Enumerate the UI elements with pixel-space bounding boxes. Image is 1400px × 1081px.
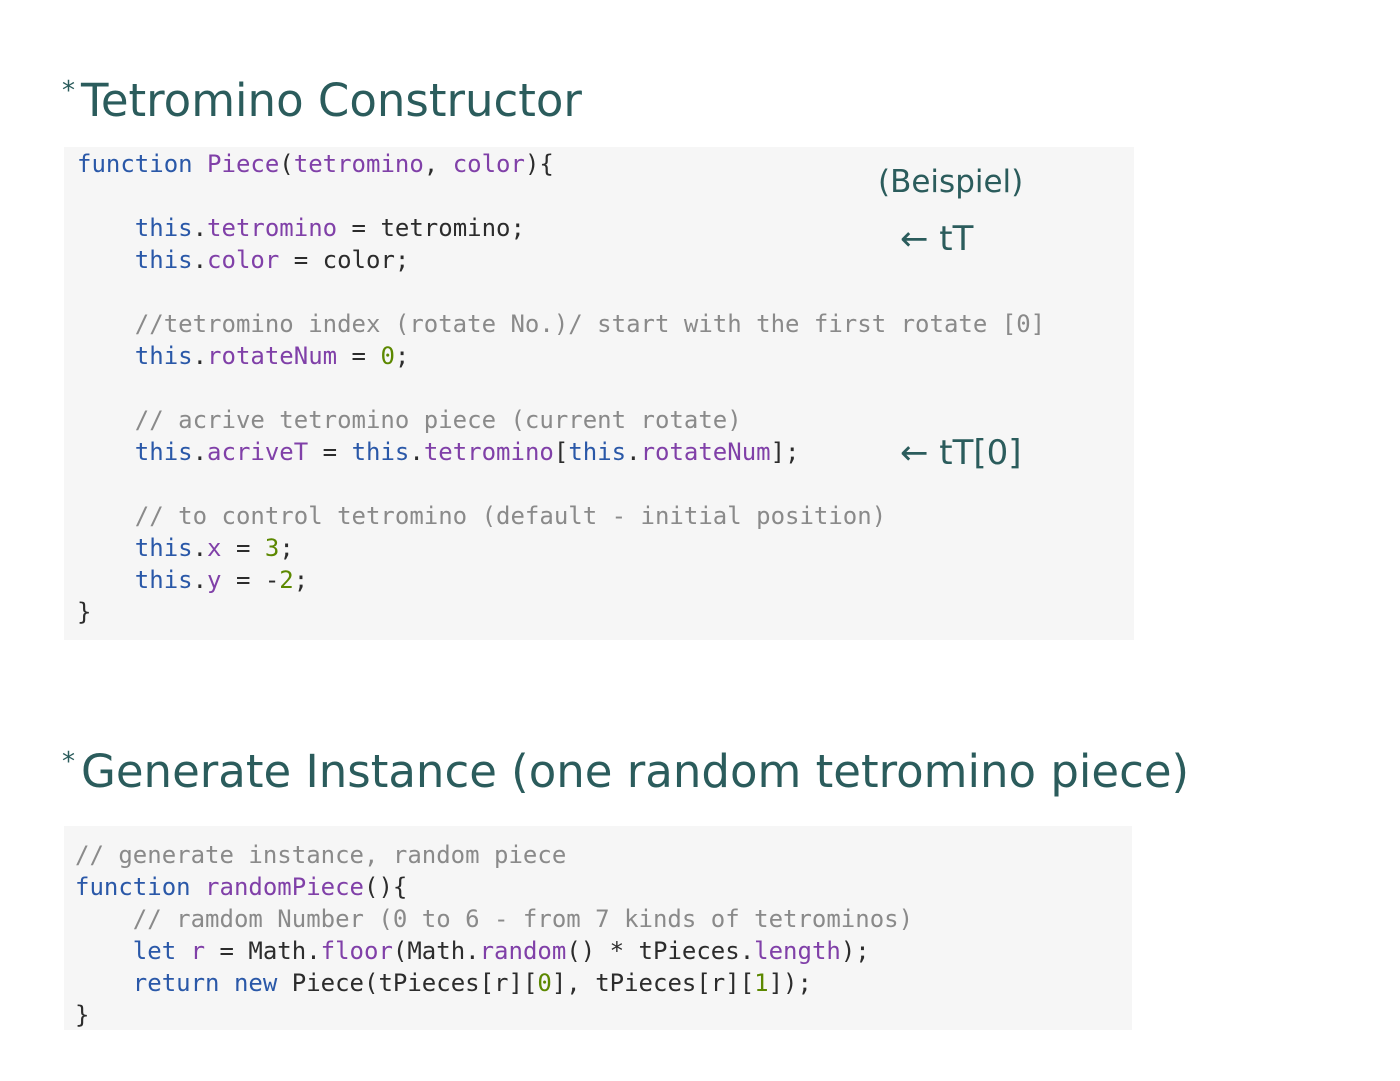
code-line: this.y = -2; — [77, 564, 1134, 596]
keyword: this — [134, 438, 193, 466]
number: 0 — [537, 969, 552, 997]
code-line: let r = Math.floor(Math.random() * tPiec… — [75, 935, 1132, 967]
code-line: this.rotateNum = 0; — [77, 340, 1134, 372]
punctuation: . — [192, 342, 208, 370]
punctuation: (){ — [364, 873, 408, 901]
keyword: this — [351, 438, 410, 466]
variable: r — [190, 937, 206, 965]
punctuation: ); — [840, 937, 870, 965]
code-text: ], tPieces[r][ — [551, 969, 755, 997]
code-text: = color; — [279, 246, 410, 274]
property: rotateNum — [207, 342, 338, 370]
property: tetromino — [423, 438, 554, 466]
keyword: this — [134, 246, 193, 274]
code-line: this.color = color; — [77, 244, 1134, 276]
code-line: // acrive tetromino piece (current rotat… — [77, 404, 1134, 436]
punctuation: } — [75, 1001, 90, 1029]
code-text: = tetromino; — [337, 214, 525, 242]
keyword: this — [134, 534, 193, 562]
code-line: return new Piece(tPieces[r][0], tPieces[… — [75, 967, 1132, 999]
function-name: randomPiece — [205, 873, 364, 901]
annotation-arrow-tT: ← tT — [900, 219, 974, 259]
property: floor — [320, 937, 393, 965]
annotation-example: (Beispiel) — [878, 164, 1024, 200]
punctuation: . — [192, 534, 208, 562]
punctuation: [ — [553, 438, 569, 466]
code-text: (Math. — [392, 937, 480, 965]
operator: = — [337, 342, 381, 370]
number: 0 — [380, 342, 395, 370]
property: x — [207, 534, 222, 562]
keyword: let — [132, 937, 177, 965]
punctuation: . — [192, 438, 208, 466]
param: color — [452, 150, 525, 178]
code-comment: // generate instance, random piece — [75, 841, 567, 869]
code-line: this.tetromino = tetromino; — [77, 212, 1134, 244]
section-heading-generate-instance: * Generate Instance (one random tetromino… — [62, 745, 1189, 798]
punctuation: . — [192, 246, 208, 274]
code-line: this.x = 3; — [77, 532, 1134, 564]
property: y — [207, 566, 222, 594]
number: 1 — [754, 969, 769, 997]
punctuation: ( — [279, 150, 294, 178]
number: 2 — [279, 566, 294, 594]
code-block-constructor: function Piece(tetromino, color){ this.t… — [64, 147, 1134, 640]
keyword: new — [233, 969, 278, 997]
annotation-arrow-tT0: ← tT[0] — [900, 433, 1022, 473]
heading-text: Generate Instance (one random tetromino … — [81, 745, 1190, 798]
operator: = — [221, 534, 265, 562]
punctuation: . — [626, 438, 641, 466]
punctuation: ]); — [768, 969, 812, 997]
keyword: this — [134, 342, 193, 370]
number: 3 — [264, 534, 280, 562]
bullet-star: * — [62, 76, 75, 106]
property: length — [754, 937, 841, 965]
property: acriveT — [207, 438, 309, 466]
operator: = - — [221, 566, 280, 594]
heading-text: Tetromino Constructor — [81, 74, 582, 127]
property: tetromino — [207, 214, 338, 242]
keyword: function — [75, 873, 191, 901]
code-line: //tetromino index (rotate No.)/ start wi… — [77, 308, 1134, 340]
code-comment: // to control tetromino (default - initi… — [134, 502, 887, 530]
code-comment: // acrive tetromino piece (current rotat… — [134, 406, 742, 434]
bullet-star: * — [62, 747, 75, 777]
property: rotateNum — [640, 438, 771, 466]
punctuation: ; — [293, 566, 309, 594]
code-line: } — [77, 596, 1134, 628]
punctuation: ; — [279, 534, 294, 562]
code-text: = Math. — [205, 937, 321, 965]
punctuation: ){ — [524, 150, 554, 178]
keyword: return — [132, 969, 220, 997]
code-text: Piece(tPieces[r][ — [277, 969, 538, 997]
code-text: () * tPieces. — [566, 937, 755, 965]
function-name: Piece — [207, 150, 280, 178]
code-comment: //tetromino index (rotate No.)/ start wi… — [134, 310, 1046, 338]
punctuation: . — [192, 566, 208, 594]
code-line: } — [75, 999, 1132, 1031]
operator: = — [308, 438, 352, 466]
code-line: // ramdom Number (0 to 6 - from 7 kinds … — [75, 903, 1132, 935]
punctuation: . — [409, 438, 424, 466]
punctuation: } — [77, 598, 92, 626]
punctuation: ; — [394, 342, 410, 370]
code-comment: // ramdom Number (0 to 6 - from 7 kinds … — [132, 905, 914, 933]
code-line: // generate instance, random piece — [75, 839, 1132, 871]
code-block-random-piece: // generate instance, random piece functi… — [64, 826, 1132, 1030]
section-heading-constructor: * Tetromino Constructor — [62, 74, 582, 127]
param: tetromino — [293, 150, 424, 178]
keyword: this — [134, 566, 193, 594]
punctuation: ]; — [770, 438, 800, 466]
punctuation: . — [192, 214, 208, 242]
code-line: // to control tetromino (default - initi… — [77, 500, 1134, 532]
code-line: function randomPiece(){ — [75, 871, 1132, 903]
property: random — [479, 937, 567, 965]
keyword: function — [77, 150, 193, 178]
keyword: this — [568, 438, 627, 466]
keyword: this — [134, 214, 193, 242]
property: color — [207, 246, 280, 274]
punctuation: , — [423, 150, 453, 178]
